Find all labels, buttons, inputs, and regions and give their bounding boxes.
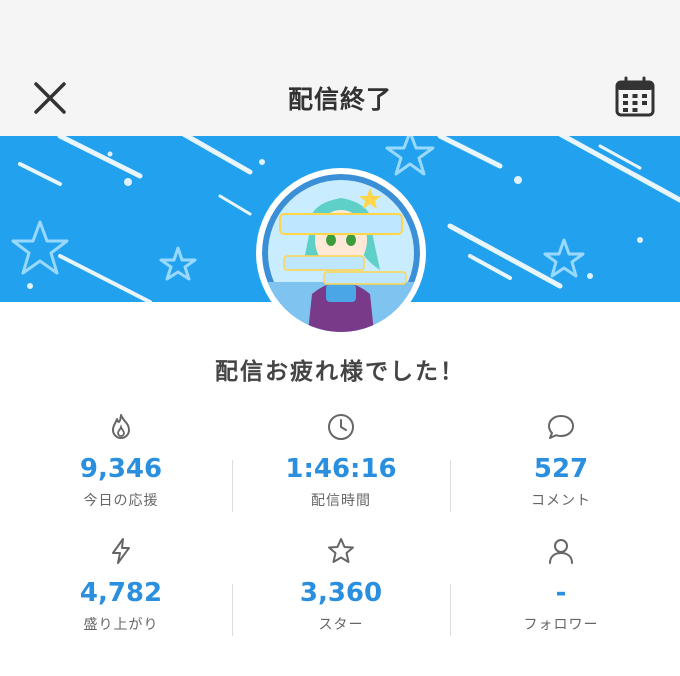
stat-value: 1:46:16 bbox=[285, 454, 397, 484]
stat-label: 配信時間 bbox=[311, 493, 371, 509]
header: 配信終了 bbox=[0, 56, 680, 136]
star-icon bbox=[328, 538, 354, 563]
status-bar bbox=[0, 0, 680, 56]
comment-icon bbox=[548, 415, 574, 439]
stat-value: 3,360 bbox=[299, 578, 383, 608]
stat-value: - bbox=[555, 578, 567, 608]
stat-stars: 3,360 スター bbox=[228, 536, 454, 634]
stat-value: 527 bbox=[533, 454, 589, 484]
person-icon bbox=[549, 539, 573, 564]
stat-stream-time: 1:46:16 配信時間 bbox=[228, 412, 454, 510]
calendar-icon bbox=[615, 76, 655, 117]
clock-icon bbox=[328, 414, 354, 440]
stat-value: 4,782 bbox=[79, 578, 163, 608]
stat-label: 盛り上がり bbox=[83, 617, 159, 633]
stat-support: 9,346 今日の応援 bbox=[8, 412, 234, 510]
bolt-icon bbox=[112, 538, 130, 564]
stat-label: スター bbox=[318, 617, 364, 633]
stat-label: 今日の応援 bbox=[83, 493, 159, 509]
fire-icon bbox=[112, 414, 130, 439]
stat-excitement: 4,782 盛り上がり bbox=[8, 536, 234, 634]
avatar bbox=[256, 168, 426, 338]
page-title: 配信終了 bbox=[287, 85, 392, 114]
farewell-message: 配信お疲れ様でした！ bbox=[215, 359, 465, 385]
stat-comments: 527 コメント bbox=[448, 412, 674, 510]
stat-followers: - フォロワー bbox=[448, 536, 674, 634]
stat-label: フォロワー bbox=[523, 617, 599, 633]
stat-label: コメント bbox=[531, 493, 591, 509]
calendar-button[interactable] bbox=[612, 74, 658, 120]
stat-value: 9,346 bbox=[79, 454, 163, 484]
avatar-image bbox=[262, 174, 420, 332]
